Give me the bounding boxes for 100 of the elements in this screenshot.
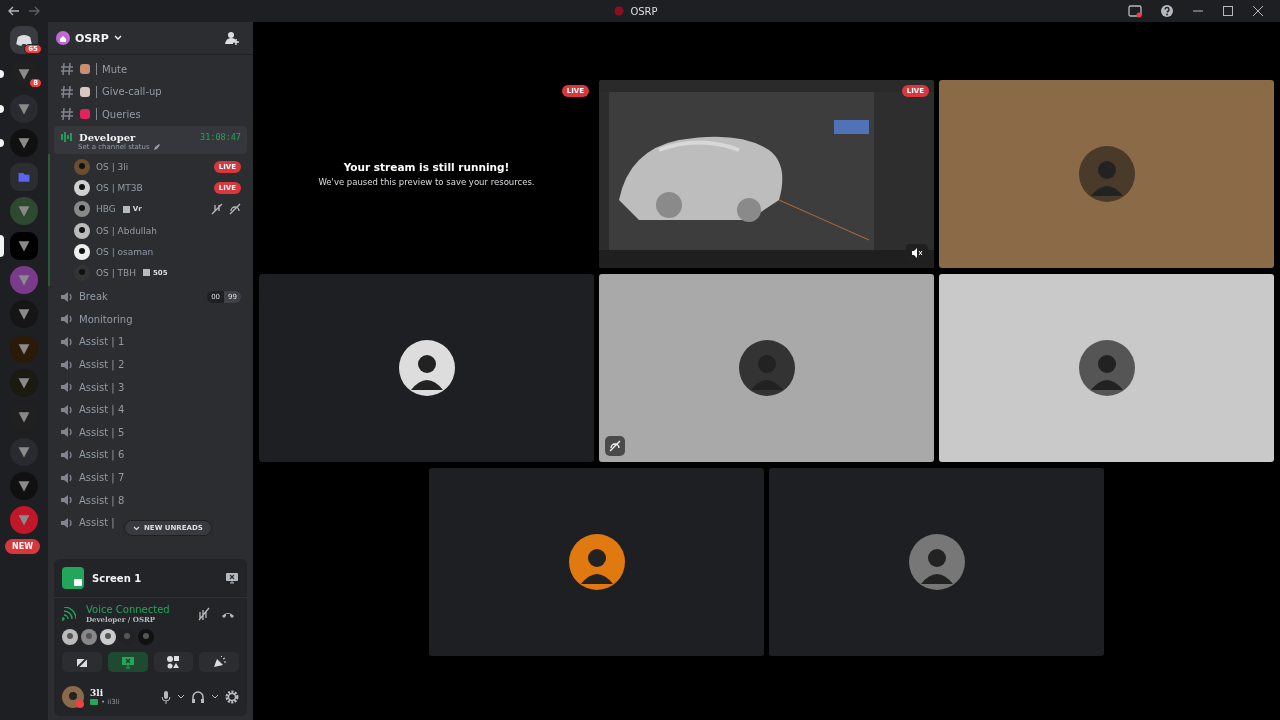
channel-item[interactable]: Assist | 3 (54, 375, 247, 399)
channel-item[interactable]: Assist | (54, 511, 121, 535)
avatar (1078, 340, 1135, 396)
avatar (100, 629, 116, 645)
headphones-icon[interactable] (191, 690, 205, 704)
channel-item[interactable]: Assist | 1 (54, 330, 247, 354)
add-member-icon[interactable] (225, 31, 239, 45)
user-name: 3li (90, 688, 105, 698)
voice-member[interactable]: OS | osaman (74, 241, 241, 263)
channel-item[interactable]: Assist | 4 (54, 398, 247, 422)
channel-item[interactable]: Queries (54, 103, 247, 126)
channel-item[interactable]: Assist | 2 (54, 353, 247, 376)
channel-item[interactable]: Give-call-up (54, 80, 247, 104)
settings-icon[interactable] (225, 690, 239, 704)
paused-title: Your stream is still running! (343, 161, 510, 173)
help-icon[interactable] (1160, 4, 1174, 18)
speaker-icon (60, 425, 74, 440)
server-icon (614, 6, 625, 16)
avatar (1078, 146, 1135, 202)
participant-tile[interactable] (939, 274, 1274, 462)
server-icon[interactable] (10, 128, 38, 157)
inbox-icon[interactable] (1128, 4, 1142, 18)
server-icon[interactable] (10, 94, 38, 123)
server-icon (56, 31, 70, 45)
channel-name: Assist | 7 (79, 472, 125, 484)
channel-name: Queries (102, 109, 141, 120)
pencil-icon (152, 143, 161, 152)
shapes-icon (166, 655, 181, 669)
muted-speaker-icon (911, 247, 923, 259)
maximize-icon[interactable] (1222, 5, 1234, 17)
screen-share-icon (62, 567, 84, 589)
avatar (74, 158, 90, 175)
new-badge: NEW (5, 539, 40, 554)
screen-share-label: Screen 1 (92, 572, 142, 584)
shapes-button[interactable] (153, 652, 194, 672)
server-icon[interactable] (10, 197, 38, 226)
microphone-icon[interactable] (161, 690, 171, 704)
avatar (62, 629, 78, 645)
avatar (62, 686, 84, 708)
chevron-icon[interactable] (177, 694, 185, 700)
speaker-icon (60, 380, 74, 395)
participant-tile[interactable] (259, 274, 594, 462)
server-icon[interactable] (10, 300, 38, 329)
channel-item[interactable]: Mute (54, 58, 247, 81)
server-name-button[interactable]: OSRP (56, 31, 122, 45)
speaker-icon (60, 335, 74, 349)
channel-item[interactable]: Assist | 5 (54, 421, 247, 444)
participant-tile[interactable] (429, 468, 764, 656)
folder-icon[interactable] (10, 163, 38, 192)
avatar (119, 629, 135, 645)
server-icon[interactable] (10, 437, 38, 466)
chevron-icon (113, 35, 122, 41)
participant-tile[interactable] (939, 80, 1274, 268)
avatar (74, 180, 90, 197)
close-icon[interactable] (1252, 5, 1264, 17)
status-icon (90, 699, 98, 705)
server-icon[interactable] (10, 368, 38, 397)
channel-name: Assist | 5 (79, 426, 125, 438)
screen-share-button[interactable] (107, 652, 148, 672)
emoji-icon (79, 63, 91, 76)
channel-name: Assist | 8 (79, 494, 125, 506)
channel-name: Assist | 6 (79, 449, 125, 461)
channel-item[interactable]: Assist | 7 (54, 466, 247, 489)
soundboard-button[interactable] (199, 652, 239, 672)
camera-off-button[interactable] (62, 652, 102, 672)
server-icon[interactable] (10, 231, 38, 260)
chevron-icon[interactable] (211, 694, 219, 700)
avatar (908, 534, 965, 590)
stop-share-icon[interactable] (225, 571, 239, 585)
avatar (568, 534, 625, 590)
paused-message: We've paused this preview to save your resources. (318, 177, 535, 187)
participant-tile[interactable] (769, 468, 1104, 656)
speaker-icon (60, 515, 74, 530)
emoji-icon (79, 85, 91, 98)
server-icon[interactable] (10, 334, 38, 363)
emoji-icon (79, 108, 91, 121)
avatar (398, 340, 455, 396)
participant-tile[interactable] (599, 274, 934, 462)
forward-arrow-icon[interactable] (28, 6, 40, 16)
channel-item[interactable]: Assist | 6 (54, 443, 247, 467)
deafened-icon (229, 203, 241, 216)
avatar (81, 629, 97, 645)
server-icon[interactable] (10, 471, 38, 500)
back-arrow-icon[interactable] (8, 6, 20, 16)
server-icon[interactable] (10, 266, 38, 295)
chevron-icon (133, 525, 140, 531)
channel-item[interactable]: Monitoring (54, 308, 247, 331)
speaker-icon (60, 447, 74, 462)
channel-item[interactable]: Assist | 8 (54, 488, 247, 512)
channel-name: Assist | 2 (79, 359, 125, 371)
signal-icon (62, 607, 76, 621)
speaker-icon (60, 470, 74, 485)
voice-activity-icon (60, 130, 74, 145)
call-timer: 31:08:47 (200, 132, 241, 143)
voice-member[interactable]: OS | Abdullah (74, 219, 241, 242)
speaker-icon (60, 312, 74, 327)
chat-bubble-icon[interactable] (10, 26, 38, 54)
noise-suppression-icon[interactable] (197, 607, 211, 621)
tag-icon (121, 204, 131, 214)
server-icon[interactable] (10, 506, 38, 535)
